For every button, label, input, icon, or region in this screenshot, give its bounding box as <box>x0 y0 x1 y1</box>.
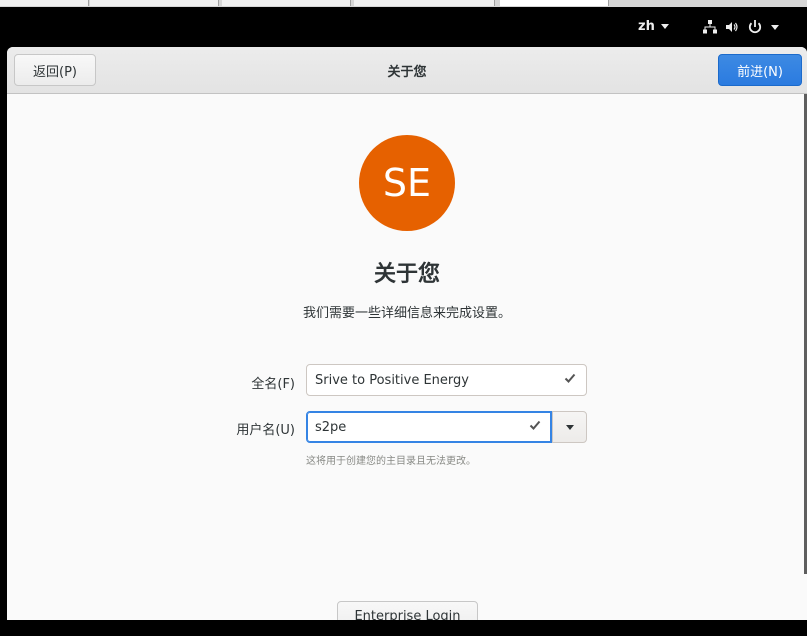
avatar[interactable]: SE <box>359 135 455 231</box>
fullname-value: Srive to Positive Energy <box>315 373 469 388</box>
next-button[interactable]: 前进(N) <box>718 54 802 86</box>
host-task-tab[interactable] <box>354 0 495 6</box>
host-task-tab[interactable] <box>0 0 89 6</box>
input-language-menu[interactable]: zh <box>638 19 669 34</box>
chevron-down-icon <box>565 424 574 430</box>
check-icon <box>563 371 577 389</box>
chevron-down-icon <box>771 24 779 30</box>
network-icon <box>703 20 717 34</box>
page-title: 关于您 <box>373 262 440 287</box>
desktop-edge <box>0 47 7 636</box>
username-field[interactable]: s2pe <box>306 411 552 443</box>
avatar-initials: SE <box>382 161 432 205</box>
power-icon <box>747 19 763 35</box>
username-dropdown-button[interactable] <box>552 411 587 443</box>
setup-window: 返回(P) 关于您 前进(N) SE 关于您 我们需要一些详细信息来完成设置。 … <box>7 47 807 629</box>
check-icon <box>528 418 542 436</box>
header-bar: 返回(P) 关于您 前进(N) <box>7 47 807 94</box>
window-title: 关于您 <box>387 65 427 80</box>
chevron-down-icon <box>660 24 669 29</box>
system-menu[interactable] <box>703 19 779 35</box>
top-bar: zh <box>0 7 807 47</box>
host-taskbar <box>0 0 807 7</box>
host-task-tab[interactable] <box>90 0 219 6</box>
fullname-label: 全名(F) <box>251 377 295 392</box>
language-code: zh <box>638 19 655 34</box>
page-subtitle: 我们需要一些详细信息来完成设置。 <box>302 306 511 321</box>
volume-icon <box>725 20 739 34</box>
host-task-tab[interactable] <box>222 0 351 6</box>
username-hint: 这将用于创建您的主目录且无法更改。 <box>306 456 476 467</box>
desktop-bottom-edge <box>0 620 807 636</box>
page-content: SE 关于您 我们需要一些详细信息来完成设置。 全名(F) Srive to P… <box>7 94 807 629</box>
host-task-tab[interactable] <box>500 0 609 6</box>
fullname-field[interactable]: Srive to Positive Energy <box>306 364 587 396</box>
username-label: 用户名(U) <box>236 423 295 438</box>
username-value: s2pe <box>315 420 347 435</box>
